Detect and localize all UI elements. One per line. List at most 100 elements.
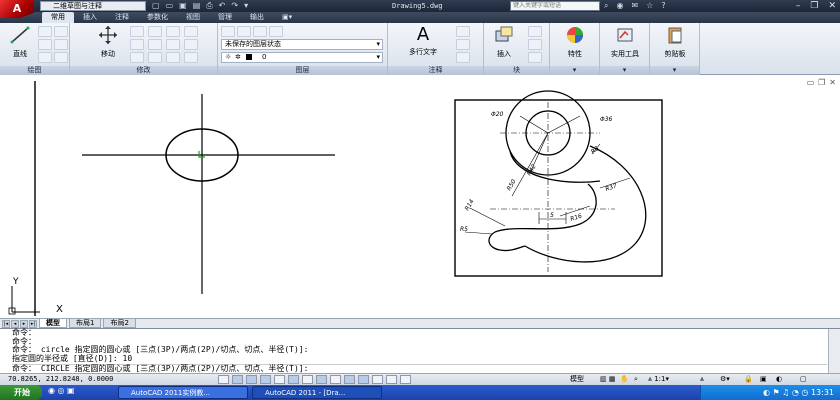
properties-panel-dropdown[interactable]: ▾ xyxy=(550,66,599,75)
modify-more-icon[interactable] xyxy=(184,52,198,63)
pan-icon[interactable]: ✋ xyxy=(620,374,629,385)
block-panel-label[interactable]: 块 xyxy=(484,66,549,75)
isolate-objects-icon[interactable]: ◐ xyxy=(776,374,782,385)
layer-isolate-icon[interactable] xyxy=(253,26,267,37)
explode-icon[interactable] xyxy=(184,26,198,37)
next-layout-icon[interactable]: ▸ xyxy=(20,319,28,328)
rotate-icon[interactable] xyxy=(130,26,144,37)
annotation-visibility-icon[interactable]: ⩓ xyxy=(700,374,704,385)
workspace-switching-icon[interactable]: ⚙▾ xyxy=(720,374,730,385)
prev-layout-icon[interactable]: ◂ xyxy=(11,319,19,328)
subscription-icon[interactable]: ◉ xyxy=(616,0,623,12)
quick-view-icon[interactable]: ▥ ▦ xyxy=(600,374,615,385)
tray-icons[interactable]: ◐ ⚑ ♫ ◔ ◷ xyxy=(763,388,811,397)
save-as-icon[interactable]: ▤ xyxy=(193,1,201,11)
layer-properties-icon[interactable] xyxy=(221,26,235,37)
open-file-icon[interactable]: ▭ xyxy=(166,1,174,11)
draw-panel-label[interactable]: 绘图 xyxy=(0,66,69,75)
arc-icon[interactable] xyxy=(38,52,52,63)
circle-icon[interactable] xyxy=(38,39,52,50)
sc-toggle[interactable] xyxy=(400,375,411,384)
tab-layout2[interactable]: 布局2 xyxy=(103,319,136,328)
insert-block-button[interactable]: 插入 xyxy=(484,25,524,59)
help-icon[interactable]: ? xyxy=(661,0,665,12)
layer-state-dropdown[interactable]: 未保存的图层状态 ▾ xyxy=(221,39,383,50)
taskbar-item-word[interactable]: AutoCAD 2011实例教... xyxy=(118,386,248,399)
last-layout-icon[interactable]: ▸| xyxy=(29,319,37,328)
line-button[interactable]: 直线 xyxy=(0,25,40,59)
tab-annotate[interactable]: 注释 xyxy=(106,12,138,23)
ortho-toggle[interactable] xyxy=(260,375,271,384)
quick-access-dropdown-icon[interactable]: ▾ xyxy=(244,1,248,11)
tab-home[interactable]: 常用 xyxy=(42,12,74,23)
quicklaunch-icons[interactable]: ◉ ◎ ▣ xyxy=(48,386,75,395)
table-icon[interactable] xyxy=(456,52,470,63)
tab-insert[interactable]: 插入 xyxy=(74,12,106,23)
save-icon[interactable]: ▣ xyxy=(179,1,187,11)
mirror-icon[interactable] xyxy=(148,39,162,50)
zoom-icon[interactable]: ⌕ xyxy=(634,374,638,385)
clean-screen-icon[interactable]: ▢ xyxy=(800,374,807,385)
layers-panel-label[interactable]: 图层 xyxy=(218,66,387,75)
trim-icon[interactable] xyxy=(148,26,162,37)
create-block-icon[interactable] xyxy=(528,26,542,37)
scale-icon[interactable] xyxy=(148,52,162,63)
annotation-scale[interactable]: ⩓ 1:1▾ xyxy=(648,374,669,385)
command-scrollbar[interactable] xyxy=(828,329,840,374)
move-button[interactable]: 移动 xyxy=(88,25,128,59)
hardware-acceleration-icon[interactable]: ▣ xyxy=(760,374,767,385)
clipboard-panel-dropdown[interactable]: ▾ xyxy=(650,66,699,75)
minimize-icon[interactable]: – xyxy=(796,0,801,12)
osnap-toggle[interactable] xyxy=(288,375,299,384)
leader-icon[interactable] xyxy=(456,39,470,50)
redo-icon[interactable]: ↷ xyxy=(231,1,238,11)
favorites-icon[interactable]: ☆ xyxy=(646,0,653,12)
offset-icon[interactable] xyxy=(184,39,198,50)
edit-block-icon[interactable] xyxy=(528,39,542,50)
erase-icon[interactable] xyxy=(166,26,180,37)
layer-state-icon[interactable] xyxy=(237,26,251,37)
search-input[interactable]: 键入关键字或短语 xyxy=(510,1,600,11)
cursor-coordinates[interactable]: 70.8265, 212.8248, 0.0000 xyxy=(8,374,113,385)
tab-view[interactable]: 视图 xyxy=(177,12,209,23)
stretch-icon[interactable] xyxy=(130,52,144,63)
fillet-icon[interactable] xyxy=(166,39,180,50)
restore-icon[interactable]: ❐ xyxy=(810,0,818,12)
hatch-icon[interactable] xyxy=(54,39,68,50)
qp-toggle[interactable] xyxy=(386,375,397,384)
search-icon[interactable]: ⌕ xyxy=(604,0,608,12)
lwt-toggle[interactable] xyxy=(358,375,369,384)
lock-icon[interactable]: 🔒 xyxy=(744,374,753,385)
new-file-icon[interactable]: ▢ xyxy=(152,1,160,11)
properties-button[interactable]: 特性 xyxy=(555,25,595,59)
copy-icon[interactable] xyxy=(130,39,144,50)
dimension-icon[interactable] xyxy=(456,26,470,37)
dyn-toggle[interactable] xyxy=(344,375,355,384)
print-icon[interactable]: ⎙ xyxy=(206,1,212,11)
multiline-text-button[interactable]: A 多行文字 xyxy=(400,25,446,57)
start-button[interactable]: 开始 xyxy=(0,385,42,400)
model-space-button[interactable]: 模型 xyxy=(570,374,584,385)
annotation-panel-label[interactable]: 注释 xyxy=(388,66,483,75)
otrack-toggle[interactable] xyxy=(316,375,327,384)
layer-off-icon[interactable] xyxy=(269,26,283,37)
polar-toggle[interactable] xyxy=(274,375,285,384)
snap-toggle[interactable] xyxy=(232,375,243,384)
utilities-button[interactable]: 实用工具 xyxy=(605,25,645,59)
close-icon[interactable]: ✕ xyxy=(828,0,836,12)
taskbar-item-autocad[interactable]: AutoCAD 2011 - [Dra... xyxy=(252,386,382,399)
polyline-icon[interactable] xyxy=(38,26,52,37)
tab-parametric[interactable]: 参数化 xyxy=(138,12,177,23)
tpy-toggle[interactable] xyxy=(372,375,383,384)
draw-more-icon[interactable] xyxy=(54,26,68,37)
tab-model[interactable]: 模型 xyxy=(39,319,67,328)
drawing-canvas[interactable]: ▭ ❐ ✕ Y X Φ20 Φ36 R8 R42 R50 R37 R16 R14… xyxy=(0,76,840,322)
infer-constraints-toggle[interactable] xyxy=(218,375,229,384)
tab-manage[interactable]: 管理 xyxy=(209,12,241,23)
modify-panel-label[interactable]: 修改 xyxy=(70,66,217,75)
utilities-panel-dropdown[interactable]: ▾ xyxy=(600,66,649,75)
ribbon-minimize-icon[interactable]: ▣▾ xyxy=(273,12,301,23)
draw-extra-icon[interactable] xyxy=(54,52,68,63)
clipboard-button[interactable]: 剪贴板 xyxy=(655,25,695,59)
tab-output[interactable]: 输出 xyxy=(241,12,273,23)
